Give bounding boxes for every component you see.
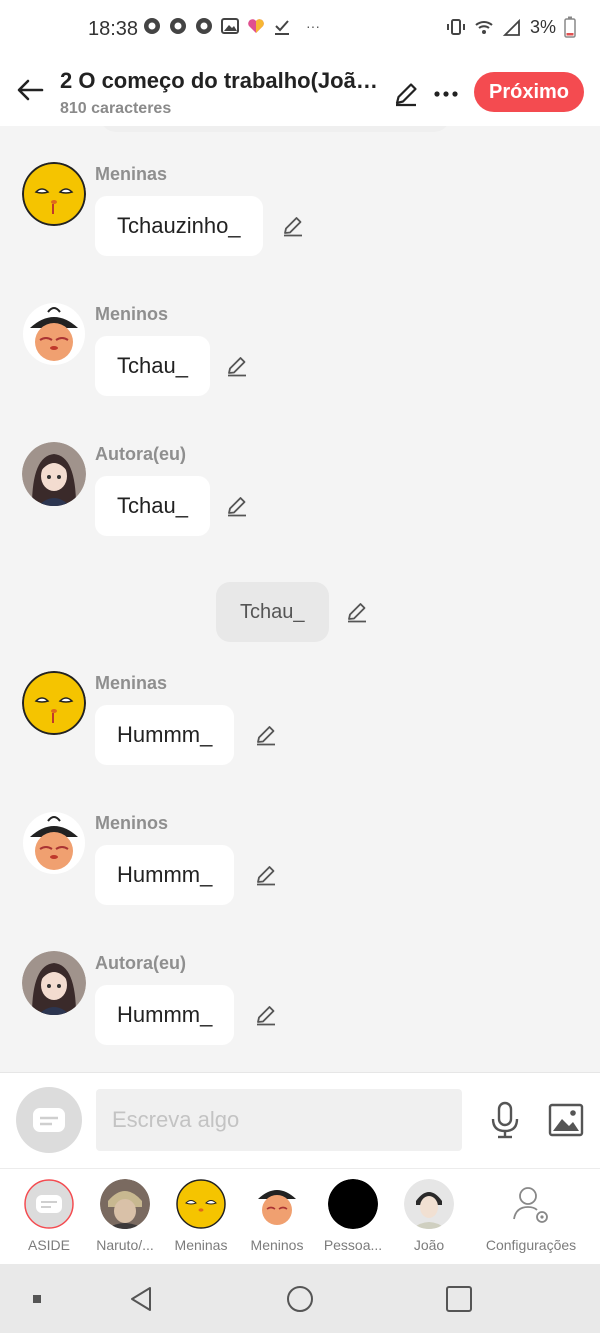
character-label: Meninas	[174, 1237, 228, 1253]
sender-name: Meninos	[95, 813, 169, 833]
more-options-icon[interactable]	[432, 80, 460, 108]
image-upload-icon[interactable]	[548, 1103, 584, 1137]
vibrate-icon	[446, 19, 465, 35]
nav-back-icon[interactable]	[126, 1284, 156, 1314]
message-bubble[interactable]: Hummm_	[95, 845, 235, 905]
meninos-avatar	[252, 1179, 302, 1229]
character-meninos[interactable]: Meninos	[239, 1179, 315, 1261]
signal-icon	[502, 18, 520, 36]
character-label: Meninos	[250, 1237, 304, 1253]
download-done-icon	[275, 20, 289, 35]
joao-avatar	[404, 1179, 454, 1229]
edit-message-pencil-icon[interactable]	[225, 354, 249, 378]
character-meninas[interactable]: Meninas	[163, 1179, 239, 1261]
sender-name: Autora(eu)	[95, 953, 186, 973]
chat-message[interactable]: Meninos Tchau_	[0, 266, 600, 396]
edit-narration-pencil-icon[interactable]	[345, 600, 369, 624]
next-button[interactable]: Próximo	[474, 72, 584, 112]
composer-bar	[0, 1072, 600, 1168]
narration-bubble[interactable]: Tchau_	[216, 582, 329, 642]
nav-home-icon[interactable]	[285, 1284, 315, 1314]
character-count: 810 caracteres	[60, 100, 172, 117]
avatar-yellow-chick[interactable]	[22, 162, 86, 226]
character-label: Naruto/...	[96, 1237, 154, 1253]
back-arrow-icon[interactable]	[14, 74, 46, 106]
chat-message[interactable]: Autora(eu) Tchau_	[0, 406, 600, 536]
character-label: João	[413, 1237, 445, 1253]
top-app-bar: 2 O começo do trabalho(Joã… 810 caracter…	[0, 60, 600, 126]
wifi-icon	[475, 21, 493, 34]
page-title: 2 O começo do trabalho(Joã…	[60, 68, 378, 93]
avatar-orange-chick[interactable]	[22, 811, 86, 875]
edit-message-pencil-icon[interactable]	[281, 214, 305, 238]
character-label: Pessoa...	[323, 1237, 383, 1253]
more-notifications-icon: ···	[306, 18, 320, 34]
status-time: 18:38	[88, 18, 139, 40]
edit-message-pencil-icon[interactable]	[254, 863, 278, 887]
sender-name: Meninos	[95, 304, 169, 324]
chrome-icon	[170, 18, 186, 34]
chat-message[interactable]: Meninas Hummm_	[0, 635, 600, 765]
character-label: ASIDE	[27, 1237, 70, 1253]
battery-icon	[564, 16, 576, 38]
chat-area[interactable]: Meninas Tchauzinho_ Meninos Tchau_ Autor…	[0, 126, 600, 1072]
avatar-yellow-chick[interactable]	[22, 671, 86, 735]
microphone-icon[interactable]	[488, 1101, 522, 1139]
chat-message[interactable]: Meninas Tchauzinho_	[0, 126, 600, 256]
system-nav-bar	[0, 1264, 600, 1333]
naruto-avatar	[100, 1179, 150, 1229]
aside-toggle-button[interactable]	[16, 1087, 82, 1153]
pessoa-avatar	[328, 1179, 378, 1229]
sender-name: Autora(eu)	[95, 444, 186, 464]
edit-message-pencil-icon[interactable]	[254, 723, 278, 747]
chrome-icon	[144, 18, 160, 34]
message-bubble[interactable]: Tchauzinho_	[95, 196, 263, 256]
character-label: Configurações	[485, 1237, 577, 1253]
character-joao[interactable]: João	[391, 1179, 467, 1261]
character-selector: ASIDE Naruto/... Meninas Meninos Pessoa.…	[0, 1168, 600, 1264]
gallery-icon	[221, 18, 239, 34]
heart-app-icon	[248, 19, 264, 33]
message-bubble[interactable]: Tchau_	[95, 336, 210, 396]
avatar-anime-girl[interactable]	[22, 442, 86, 506]
sender-name: Meninas	[95, 164, 168, 184]
sender-name: Meninas	[95, 673, 168, 693]
chat-message[interactable]: Meninos Hummm_	[0, 775, 600, 905]
status-bar: 18:38 ··· 3%	[0, 0, 600, 60]
battery-percent: 3%	[529, 16, 556, 37]
chrome-icon	[196, 18, 212, 34]
message-bubble[interactable]: Hummm_	[95, 985, 235, 1045]
character-naruto[interactable]: Naruto/...	[87, 1179, 163, 1261]
nav-recents-icon[interactable]	[444, 1284, 474, 1314]
edit-message-pencil-icon[interactable]	[225, 494, 249, 518]
character-aside[interactable]: ASIDE	[11, 1179, 87, 1261]
system-icons: 3%	[446, 16, 576, 38]
edit-title-pencil-icon[interactable]	[392, 80, 420, 108]
chat-message[interactable]: Autora(eu) Hummm_	[0, 915, 600, 1045]
avatar-anime-girl[interactable]	[22, 951, 86, 1015]
character-settings[interactable]: Configurações	[478, 1179, 584, 1261]
character-pessoa[interactable]: Pessoa...	[315, 1179, 391, 1261]
edit-message-pencil-icon[interactable]	[254, 1003, 278, 1027]
message-bubble[interactable]: Hummm_	[95, 705, 235, 765]
aside-avatar-icon	[24, 1179, 74, 1229]
aside-chat-icon	[33, 1108, 65, 1132]
message-input[interactable]	[96, 1089, 462, 1151]
character-settings-icon	[513, 1187, 548, 1223]
notification-icons: ···	[142, 16, 320, 36]
nav-menu-icon[interactable]	[22, 1284, 52, 1314]
avatar-orange-chick[interactable]	[22, 302, 86, 366]
message-bubble[interactable]: Tchau_	[95, 476, 210, 536]
meninas-avatar	[176, 1179, 226, 1229]
